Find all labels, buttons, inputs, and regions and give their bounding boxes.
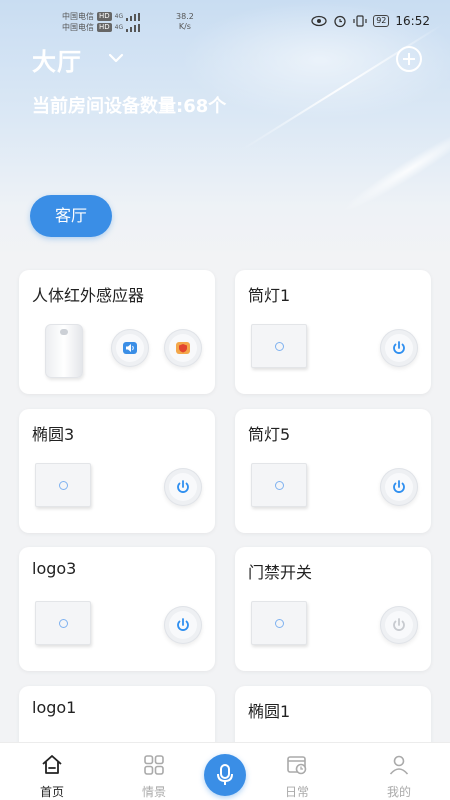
device-card[interactable]: logo3 [19, 547, 215, 671]
power-icon [393, 480, 405, 493]
power-icon [393, 341, 405, 354]
alarm-icon [334, 15, 346, 28]
device-card[interactable]: 门禁开关 [235, 547, 431, 671]
nav-daily[interactable]: 日常 [267, 743, 327, 800]
device-card[interactable]: 筒灯1 [235, 270, 431, 394]
clock: 16:52 [395, 14, 430, 28]
switch-panel-image [35, 463, 91, 507]
room-title[interactable]: 大厅 [32, 42, 82, 77]
switch-panel-image [35, 601, 91, 645]
carrier-name: 中国电信 [62, 23, 94, 32]
hd-badge: HD [97, 12, 112, 21]
alarm-button[interactable] [164, 329, 202, 367]
motion-sensor-image [45, 324, 83, 378]
chevron-down-icon[interactable] [106, 50, 126, 66]
device-card[interactable]: 筒灯5 [235, 409, 431, 533]
grid-icon [144, 755, 164, 775]
device-card-sensor[interactable]: 人体红外感应器 [19, 270, 215, 394]
speaker-icon [123, 342, 137, 354]
eye-icon [311, 15, 327, 27]
signal-icon [126, 12, 142, 21]
device-name: logo1 [32, 698, 77, 717]
nav-scene[interactable]: 情景 [124, 743, 184, 800]
battery-icon: 92 [373, 15, 390, 27]
power-button[interactable] [380, 329, 418, 367]
device-name: 椭圆1 [248, 702, 291, 721]
power-button[interactable] [380, 606, 418, 644]
power-icon [393, 618, 405, 631]
home-icon [42, 755, 62, 774]
signal-icon [126, 23, 142, 32]
device-name: 筒灯1 [248, 286, 291, 305]
nav-home[interactable]: 首页 [22, 743, 82, 800]
voice-button[interactable] [204, 754, 246, 796]
carrier-info: 中国电信 HD 4G 中国电信 HD 4G [62, 11, 142, 33]
power-button[interactable] [164, 468, 202, 506]
shield-icon [176, 342, 190, 354]
network-speed: 38.2 K/s [176, 12, 194, 31]
network-type: 4G [114, 13, 124, 20]
calendar-clock-icon [287, 756, 307, 775]
device-count: 当前房间设备数量:68个 [32, 96, 227, 117]
status-icons: 92 16:52 [311, 14, 430, 28]
power-button[interactable] [380, 468, 418, 506]
device-card[interactable]: 椭圆3 [19, 409, 215, 533]
switch-panel-image [251, 324, 307, 368]
power-icon [177, 480, 189, 493]
device-name: 人体红外感应器 [32, 286, 145, 305]
network-type: 4G [114, 24, 124, 31]
vibrate-icon [353, 15, 367, 27]
status-bar: 中国电信 HD 4G 中国电信 HD 4G 38.2 K/s 92 16:52 [0, 0, 450, 40]
device-name: 筒灯5 [248, 425, 291, 444]
power-icon [177, 618, 189, 631]
add-icon[interactable] [396, 46, 422, 72]
room-tab-living-room[interactable]: 客厅 [30, 195, 112, 237]
switch-panel-image [251, 463, 307, 507]
microphone-icon [217, 764, 233, 785]
nav-mine[interactable]: 我的 [369, 743, 429, 800]
power-button[interactable] [164, 606, 202, 644]
hd-badge: HD [97, 23, 112, 32]
device-name: logo3 [32, 559, 77, 578]
device-name: 门禁开关 [248, 563, 313, 582]
switch-panel-image [251, 601, 307, 645]
sound-button[interactable] [111, 329, 149, 367]
carrier-name: 中国电信 [62, 12, 94, 21]
user-icon [389, 755, 409, 775]
device-name: 椭圆3 [32, 425, 75, 444]
